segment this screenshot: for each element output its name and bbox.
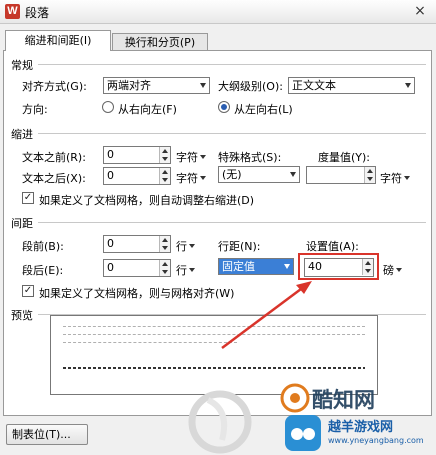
watermark-site: 越羊游戏网 www.yneyangbang.com bbox=[272, 410, 436, 455]
tab-stops-button[interactable]: 制表位(T)... bbox=[6, 424, 88, 445]
site-logo-icon bbox=[285, 415, 321, 451]
tab-indent-spacing[interactable]: 缩进和间距(I) bbox=[5, 30, 111, 51]
watermark-logo-icon bbox=[188, 390, 252, 454]
brand-logo-icon bbox=[280, 383, 310, 413]
watermark-site-url: www.yneyangbang.com bbox=[328, 436, 424, 445]
watermark-site-text: 越羊游戏网 bbox=[328, 420, 394, 435]
